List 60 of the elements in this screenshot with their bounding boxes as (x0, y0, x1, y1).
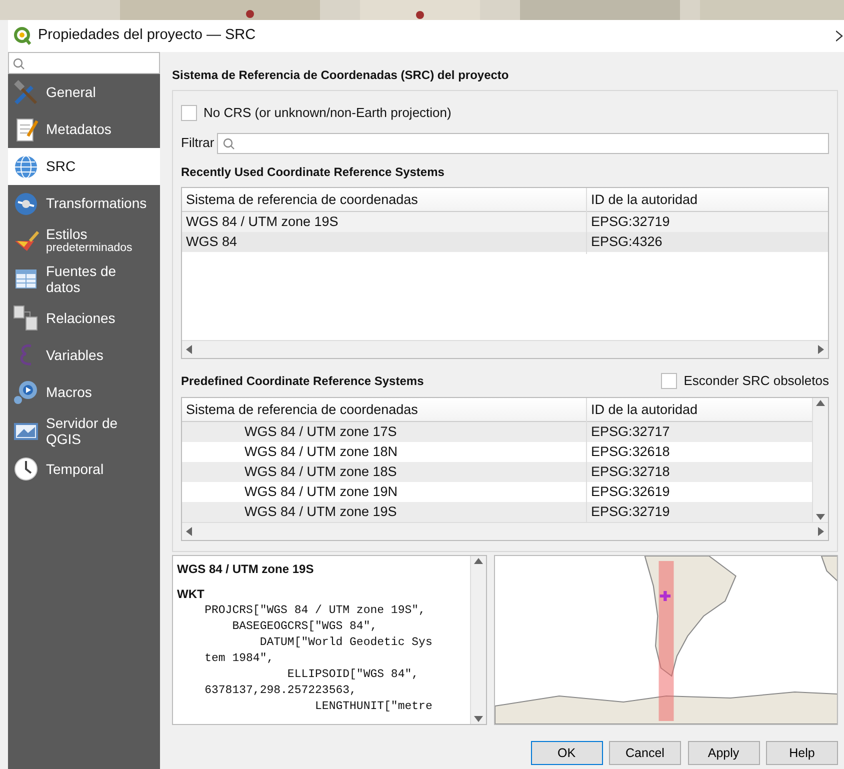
dialog-button[interactable]: Help (766, 741, 838, 765)
gear-icon (12, 378, 40, 406)
checkbox[interactable] (661, 373, 678, 389)
crs-name: WGS 84 / UTM zone 19S (177, 561, 315, 578)
filter-label: Filtrar (181, 134, 214, 152)
sidebar-item[interactable]: Temporal (8, 450, 160, 488)
sidebar-item[interactable]: Servidor de QGIS (8, 410, 160, 451)
checkbox-label: Esconder SRC obsoletos (684, 372, 829, 390)
scrollbar[interactable] (470, 556, 486, 724)
scroll-up-icon (474, 558, 483, 564)
section-heading: Recently Used Coordinate Reference Systems (181, 164, 446, 181)
dialog-button[interactable]: Apply (688, 741, 760, 765)
sidebar-item[interactable]: Variables (8, 336, 160, 374)
column-header[interactable]: Sistema de referencia de coordenadas (182, 398, 587, 421)
window-title: Propiedades del proyecto — SRC (38, 26, 256, 46)
table-cell-text: EPSG:32719 (590, 212, 671, 231)
scroll-left-icon (186, 344, 192, 354)
column-header[interactable]: Sistema de referencia de coordenadas (182, 188, 587, 211)
scroll-right-icon (818, 526, 824, 536)
scrollbar[interactable] (812, 398, 828, 522)
column-header[interactable]: ID de la autoridad (587, 188, 702, 211)
table-cell: WGS 84 (182, 230, 587, 254)
section-heading: Predefined Coordinate Reference Systems (181, 373, 425, 390)
sidebar-item[interactable]: Estilos predeterminados (8, 222, 160, 260)
search-icon (12, 56, 25, 70)
app-logo-icon (14, 27, 32, 45)
close-icon (836, 30, 844, 42)
column-header[interactable]: ID de la autoridad (587, 398, 702, 421)
checkbox[interactable] (181, 104, 197, 121)
wkt-text: PROJCRS["WGS 84 / UTM zone 19S", BASEGEOGCRS["WGS 84", DATUM["World Geodetic Sys tem 1984", ELLIPSOID["WGS 84", 6378137,298.257223563, LENGTHUNIT["metre (204, 602, 434, 714)
tables-icon (12, 304, 40, 332)
scrollbar[interactable] (182, 522, 828, 540)
dialog-button[interactable]: Cancel (609, 741, 681, 765)
table-cell-text: EPSG:32719 (590, 502, 671, 521)
clock-icon (12, 455, 40, 484)
sidebar-item[interactable]: Macros (8, 374, 160, 410)
sidebar-item[interactable]: Fuentes de datos (8, 259, 160, 300)
table-cell-text: EPSG:32619 (590, 482, 671, 501)
sidebar-item[interactable]: Relaciones (8, 300, 160, 336)
table-cell-text: EPSG:32717 (590, 422, 671, 441)
search-field[interactable] (8, 52, 160, 74)
scroll-down-icon (474, 716, 483, 722)
search-icon (222, 136, 236, 150)
checkbox-label: No CRS (or unknown/non-Earth projection) (204, 104, 452, 122)
dialog-button[interactable]: OK (530, 741, 602, 765)
sidebar-item[interactable]: Metadatos (8, 111, 160, 148)
sidebar-item[interactable]: SRC (8, 148, 160, 185)
filter-field[interactable] (217, 132, 829, 154)
wkt-label: WKT (177, 586, 206, 602)
table-cell-text: EPSG:32618 (590, 442, 671, 461)
table-cell-text: EPSG:4326 (590, 232, 664, 251)
scrollbar[interactable] (182, 340, 828, 358)
sidebar-item[interactable]: General (8, 74, 160, 111)
tools-icon (12, 78, 40, 106)
scroll-up-icon (816, 400, 825, 406)
section-title: Sistema de Referencia de Coordenadas (SRC) del proyecto (172, 67, 510, 84)
scroll-right-icon (818, 344, 824, 354)
scroll-left-icon (186, 526, 192, 536)
table-cell-text: EPSG:32718 (590, 462, 671, 481)
sidebar-item[interactable]: Transformations (8, 185, 160, 222)
